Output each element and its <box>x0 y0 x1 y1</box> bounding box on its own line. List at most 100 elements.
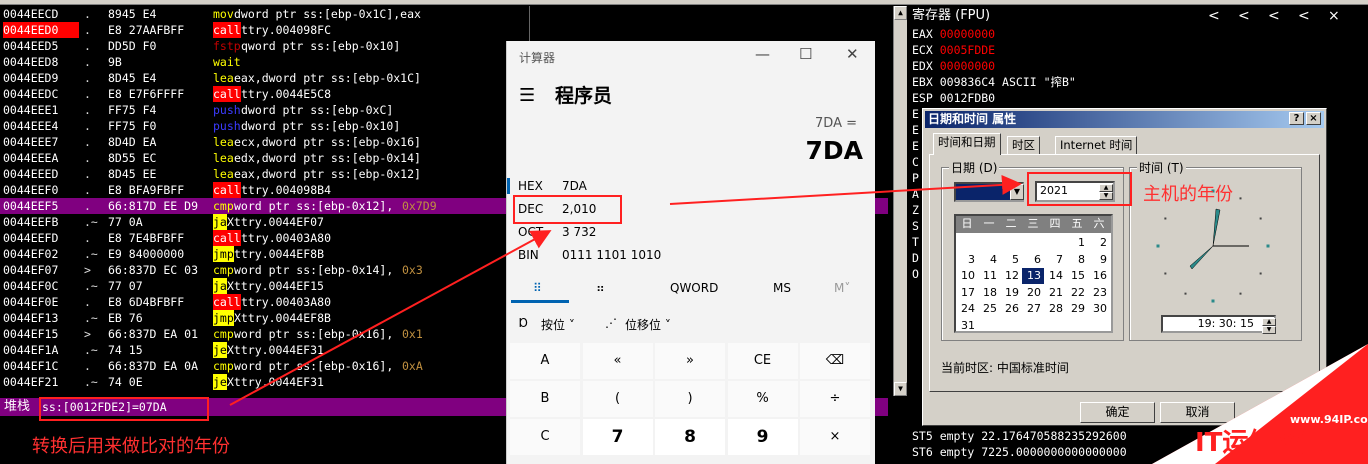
memory-button[interactable]: M˅ <box>834 281 850 295</box>
calendar-day[interactable]: 14 <box>1044 268 1066 284</box>
calendar-day[interactable]: 27 <box>1022 301 1044 317</box>
key-button[interactable]: 7 <box>582 419 653 455</box>
spin-down-icon[interactable]: ▼ <box>1262 326 1276 334</box>
calendar-day[interactable]: 21 <box>1044 285 1066 301</box>
time-input[interactable]: 19: 30: 15 <box>1161 315 1276 333</box>
calendar-day[interactable]: 20 <box>1022 285 1044 301</box>
datetime-dialog[interactable]: 日期和时间 属性 ? × 时间和日期 时区 Internet 时间 日期 (D)… <box>922 108 1327 426</box>
calendar-day[interactable]: 3 <box>956 252 978 268</box>
registers-title: 寄存器 (FPU) <box>912 8 991 23</box>
calendar-day[interactable]: 12 <box>1000 268 1022 284</box>
bitwise-icon: Ɒ <box>519 316 529 330</box>
weekday-label: 日 <box>961 217 973 230</box>
register-row[interactable]: EAX 00000000 <box>912 26 995 42</box>
calendar-day[interactable]: 19 <box>1000 285 1022 301</box>
key-button[interactable]: × <box>800 419 870 455</box>
key-button[interactable]: ÷ <box>800 381 870 417</box>
key-button[interactable]: C <box>510 419 580 455</box>
nav-left-icon[interactable]: < <box>1208 6 1220 26</box>
chevron-down-icon[interactable]: ▼ <box>1010 184 1024 200</box>
key-button[interactable]: ( <box>582 381 653 417</box>
key-button[interactable]: ⌫ <box>800 343 870 379</box>
calendar-day[interactable]: 17 <box>956 285 978 301</box>
close-icon[interactable]: × <box>1328 6 1340 26</box>
calendar-day[interactable]: 2 <box>1088 235 1110 251</box>
calendar-day[interactable]: 22 <box>1066 285 1088 301</box>
row-mnemonic: call <box>213 22 241 38</box>
bitshift-dropdown[interactable]: 位移位 ˅ <box>625 316 671 333</box>
calculator-tools[interactable]: Ɒ 按位 ˅ ⋰ 位移位 ˅ <box>507 311 876 339</box>
disassembly-scrollbar[interactable]: ▲ ▼ <box>893 6 907 396</box>
row-bytes: FF75 F4 <box>108 103 157 117</box>
calendar-grid[interactable]: 日一二三四五六 1 2 3 4 5 6 7 8 9 10 11 12 13 14 15 16 17 18 19 20 2… <box>954 214 1113 333</box>
memory-store-button[interactable]: MS <box>773 281 791 295</box>
register-row[interactable]: EDX 00000000 <box>912 58 995 74</box>
nav-left-icon[interactable]: < <box>1298 6 1310 26</box>
close-icon[interactable]: × <box>1306 112 1321 125</box>
key-button[interactable]: CE <box>727 343 798 379</box>
key-button[interactable]: ) <box>655 381 725 417</box>
calculator-window[interactable]: 计算器 — ☐ ✕ ☰ 程序员 7DA = 7DA HEX 7DA DEC 2,010… <box>506 41 875 464</box>
register-row[interactable]: EBX 009836C4 ASCII "搾B" <box>912 74 1076 90</box>
cancel-button[interactable]: 取消 <box>1160 402 1235 423</box>
register-flag-letter: E <box>912 107 919 121</box>
key-button[interactable]: » <box>655 343 725 379</box>
nav-left-icon[interactable]: < <box>1268 6 1280 26</box>
close-icon[interactable]: ✕ <box>846 45 859 63</box>
scroll-down-button[interactable]: ▼ <box>894 382 907 396</box>
register-flag-letter: O <box>912 267 919 281</box>
calendar-day[interactable]: 11 <box>978 268 1000 284</box>
key-button[interactable]: B <box>510 381 580 417</box>
base-row-bin[interactable]: BIN 0111 1101 1010 <box>507 243 876 267</box>
register-row[interactable]: ECX 0005FDDE <box>912 42 995 58</box>
register-name: EBX <box>912 75 933 89</box>
calendar-day[interactable]: 9 <box>1088 252 1110 268</box>
key-button[interactable]: % <box>727 381 798 417</box>
word-size-button[interactable]: QWORD <box>670 281 718 295</box>
calendar-day[interactable]: 13 <box>1022 268 1044 284</box>
minimize-icon[interactable]: — <box>755 45 770 63</box>
key-button[interactable]: 8 <box>655 419 725 455</box>
calendar-day[interactable]: 18 <box>978 285 1000 301</box>
hamburger-menu-icon[interactable]: ☰ <box>519 85 535 106</box>
row-operands: Xttry.0044EF07 <box>227 215 324 229</box>
scroll-up-button[interactable]: ▲ <box>894 6 907 20</box>
calendar-day[interactable]: 23 <box>1088 285 1110 301</box>
calendar-day[interactable]: 8 <box>1066 252 1088 268</box>
calendar-day[interactable]: 24 <box>956 301 978 317</box>
key-button[interactable]: « <box>582 343 653 379</box>
calendar-day[interactable]: 1 <box>1066 235 1088 251</box>
calendar-day[interactable]: 15 <box>1066 268 1088 284</box>
calendar-day[interactable]: 30 <box>1088 301 1110 317</box>
calendar-day[interactable]: 10 <box>956 268 978 284</box>
key-button[interactable]: A <box>510 343 580 379</box>
calendar-day[interactable]: 25 <box>978 301 1000 317</box>
tab-timezone[interactable]: 时区 <box>1007 136 1040 154</box>
calculator-tabs[interactable]: ⠿ ⠶ QWORD MS M˅ <box>507 274 876 304</box>
nav-left-icon[interactable]: < <box>1238 6 1250 26</box>
keypad-tab-icon[interactable]: ⠿ <box>533 281 542 295</box>
tab-internet-time[interactable]: Internet 时间 <box>1055 136 1138 154</box>
calendar-day[interactable]: 31 <box>956 318 978 334</box>
bit-toggle-tab-icon[interactable]: ⠶ <box>596 281 605 295</box>
register-row[interactable]: ESP 0012FDB0 <box>912 90 995 106</box>
calendar-day[interactable]: 7 <box>1044 252 1066 268</box>
calendar-day[interactable]: 29 <box>1066 301 1088 317</box>
help-icon[interactable]: ? <box>1289 112 1304 125</box>
key-button[interactable]: 9 <box>727 419 798 455</box>
calendar-day[interactable]: 16 <box>1088 268 1110 284</box>
maximize-icon[interactable]: ☐ <box>799 45 812 63</box>
calendar-day[interactable]: 6 <box>1022 252 1044 268</box>
calendar-day[interactable]: 4 <box>978 252 1000 268</box>
spin-up-icon[interactable]: ▲ <box>1262 318 1276 326</box>
bitwise-dropdown[interactable]: 按位 ˅ <box>541 316 575 333</box>
disasm-row[interactable]: 0044EED0. E8 27AAFBFF call ttry.004098FC <box>0 22 888 38</box>
disasm-row[interactable]: 0044EECD. 8945 E4 mov dword ptr ss:[ebp-0x… <box>0 6 888 22</box>
calendar-day[interactable]: 5 <box>1000 252 1022 268</box>
weekday-label: 四 <box>1049 217 1061 230</box>
calendar-day[interactable]: 28 <box>1044 301 1066 317</box>
tab-date-time[interactable]: 时间和日期 <box>933 133 1001 155</box>
ok-button[interactable]: 确定 <box>1080 402 1155 423</box>
register-value: 0012FDB0 <box>939 91 996 105</box>
calendar-day[interactable]: 26 <box>1000 301 1022 317</box>
